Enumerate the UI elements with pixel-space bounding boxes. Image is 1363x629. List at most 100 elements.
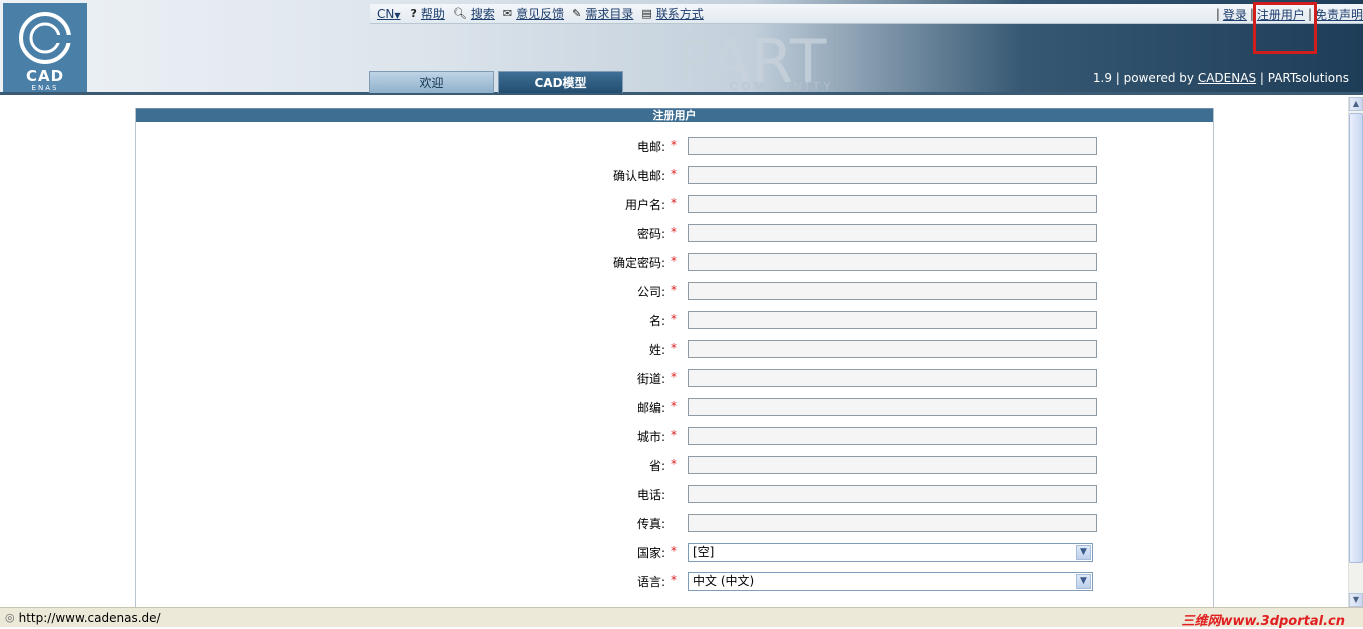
page-status-icon: ◎ — [5, 611, 15, 624]
text-field[interactable] — [688, 514, 1097, 532]
main-tabs: 欢迎 CAD模型 — [369, 71, 627, 93]
language-selector[interactable]: CN▼ — [377, 7, 401, 21]
form-row: 语言: * 中文 (中文) ▼ — [136, 571, 1215, 591]
form-row: 密码: * — [136, 223, 1215, 243]
logo-subtext: ENAS — [31, 84, 59, 92]
search-icon: 🔍︎ — [452, 7, 467, 20]
scroll-down-button[interactable]: ▼ — [1349, 593, 1363, 607]
text-field[interactable] — [688, 282, 1097, 300]
required-marker: * — [671, 167, 677, 181]
status-url: http://www.cadenas.de/ — [18, 610, 161, 625]
selected-value: [空] — [693, 545, 715, 559]
text-field[interactable] — [688, 398, 1097, 416]
text-field[interactable] — [688, 427, 1097, 445]
contact-card-icon: ▤ — [641, 7, 652, 20]
tab-cad-models[interactable]: CAD模型 — [498, 71, 623, 93]
chevron-down-icon: ▼ — [1076, 545, 1091, 560]
search-link[interactable]: 搜索 — [471, 5, 495, 22]
required-marker: * — [671, 573, 677, 587]
form-row: 确认电邮: * — [136, 165, 1215, 185]
text-field[interactable] — [688, 224, 1097, 242]
disclaimer-link[interactable]: 免责声明 — [1315, 6, 1363, 23]
required-marker: * — [671, 399, 677, 413]
required-marker: * — [671, 544, 677, 558]
text-field[interactable] — [688, 137, 1097, 155]
form-row: 城市: * — [136, 426, 1215, 446]
field-label: 名: — [648, 314, 665, 328]
text-field[interactable] — [688, 195, 1097, 213]
required-marker: * — [671, 370, 677, 384]
login-link[interactable]: 登录 — [1223, 6, 1247, 23]
form-row: 公司: * — [136, 281, 1215, 301]
form-row: 省: * — [136, 455, 1215, 475]
form-row: 传真: — [136, 513, 1215, 533]
form-row: 名: * — [136, 310, 1215, 330]
text-field[interactable] — [688, 166, 1097, 184]
field-label: 语言: — [636, 575, 665, 589]
tab-welcome[interactable]: 欢迎 — [369, 71, 494, 93]
logo-text: CAD — [25, 67, 65, 85]
form-row: 国家: * [空] ▼ — [136, 542, 1215, 562]
scrollbar-thumb[interactable] — [1349, 113, 1363, 563]
scroll-up-button[interactable]: ▲ — [1349, 97, 1363, 111]
cadenas-link[interactable]: CADENAS — [1198, 71, 1256, 85]
field-label: 国家: — [636, 546, 665, 560]
required-marker: * — [671, 138, 677, 152]
help-icon: ? — [410, 7, 417, 20]
language-code: CN — [377, 6, 395, 21]
field-label: 电邮: — [636, 140, 665, 154]
vertical-scrollbar[interactable]: ▲ ▼ — [1348, 97, 1363, 607]
field-label: 街道: — [636, 372, 665, 386]
site-header: CAD ENAS PART COMMUNITY CN▼ ? 帮助 🔍︎ 搜索 ✉… — [0, 0, 1363, 95]
field-label: 确认电邮: — [612, 169, 665, 183]
chevron-down-icon: ▼ — [1076, 574, 1091, 589]
required-marker: * — [671, 428, 677, 442]
form-row: 电话: — [136, 484, 1215, 504]
required-marker: * — [671, 283, 677, 297]
version-number: 1.9 — [1092, 71, 1112, 85]
status-bar: ◎ http://www.cadenas.de/ 三维网www.3dportal… — [0, 607, 1363, 629]
form-row: 姓: * — [136, 339, 1215, 359]
cadenas-logo[interactable]: CAD ENAS — [3, 3, 87, 92]
text-field[interactable] — [688, 311, 1097, 329]
form-row: 用户名: * — [136, 194, 1215, 214]
help-link[interactable]: 帮助 — [421, 5, 445, 22]
part-community-subtitle: COMMUNITY — [730, 80, 835, 93]
registration-panel: 注册用户 电邮: * 确认电邮: * 用户名: * 密码: * 确定密码: * 公司: * 名: * 姓: *… — [135, 108, 1214, 627]
text-field[interactable] — [688, 485, 1097, 503]
watermark: 三维网www.3dportal.cn — [1181, 614, 1345, 629]
text-field[interactable] — [688, 369, 1097, 387]
powered-by-label: powered by — [1123, 71, 1195, 85]
feedback-link[interactable]: 意见反馈 — [516, 5, 564, 22]
version-info: 1.9 | powered by CADENAS | PARTsolutions — [1092, 71, 1349, 85]
text-field[interactable] — [688, 253, 1097, 271]
field-label: 用户名: — [624, 198, 665, 212]
separator: | — [1215, 7, 1220, 21]
text-field[interactable] — [688, 340, 1097, 358]
mail-icon: ✉ — [502, 7, 513, 20]
wand-icon: ✎ — [572, 7, 582, 20]
field-label: 城市: — [636, 430, 665, 444]
top-toolbar: CN▼ ? 帮助 🔍︎ 搜索 ✉ 意见反馈 ✎ 需求目录 ▤ 联系方式 | 登录… — [370, 4, 1363, 24]
field-label: 传真: — [636, 517, 665, 531]
field-label: 确定密码: — [612, 256, 665, 270]
field-label: 电话: — [636, 488, 665, 502]
form-title: 注册用户 — [136, 108, 1213, 122]
field-label: 姓: — [648, 343, 665, 357]
form-row: 街道: * — [136, 368, 1215, 388]
required-marker: * — [671, 457, 677, 471]
required-marker: * — [671, 312, 677, 326]
form-row: 确定密码: * — [136, 252, 1215, 272]
field-label: 省: — [648, 459, 665, 473]
required-marker: * — [671, 341, 677, 355]
language-select[interactable]: 中文 (中文) ▼ — [688, 572, 1093, 591]
required-marker: * — [671, 225, 677, 239]
highlight-box — [1253, 2, 1317, 54]
contact-link[interactable]: 联系方式 — [656, 5, 704, 22]
country-select[interactable]: [空] ▼ — [688, 543, 1093, 562]
partsolutions-label: PARTsolutions — [1267, 71, 1349, 85]
selected-value: 中文 (中文) — [693, 574, 755, 588]
form-row: 电邮: * — [136, 136, 1215, 156]
request-catalog-link[interactable]: 需求目录 — [585, 5, 633, 22]
text-field[interactable] — [688, 456, 1097, 474]
